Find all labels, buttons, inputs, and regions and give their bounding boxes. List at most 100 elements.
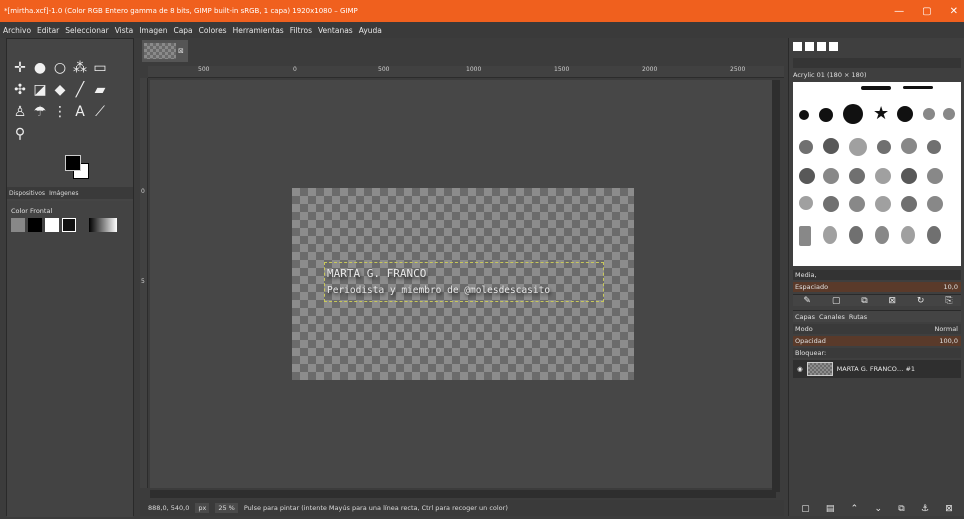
brush-preset[interactable] xyxy=(943,108,955,120)
raise-layer-icon[interactable]: ⌃ xyxy=(851,504,859,514)
brush-preset[interactable] xyxy=(901,226,915,244)
heal-icon[interactable]: ✣ xyxy=(11,81,29,99)
image-layer[interactable]: MARTA G. FRANCO Periodista y miembro de … xyxy=(292,188,634,380)
duplicate-brush-icon[interactable]: ⧉ xyxy=(861,295,867,307)
close-tab-icon[interactable]: ⊠ xyxy=(178,47,184,55)
brush-preset[interactable] xyxy=(927,140,941,154)
vertical-scrollbar[interactable] xyxy=(772,80,780,492)
transform-icon[interactable]: ◪ xyxy=(31,81,49,99)
delete-brush-icon[interactable]: ⊠ xyxy=(889,295,897,307)
brush-preset[interactable] xyxy=(877,140,891,154)
brush-preset[interactable] xyxy=(901,196,917,212)
tab-dispositivos[interactable]: Dispositivos xyxy=(9,190,45,197)
tab-capas[interactable]: Capas xyxy=(795,313,815,321)
edit-brush-icon[interactable]: ✎ xyxy=(803,295,811,307)
brush-preset[interactable] xyxy=(823,168,839,184)
brush-preset[interactable] xyxy=(927,168,943,184)
brush-preset[interactable] xyxy=(901,138,917,154)
brush-preset[interactable] xyxy=(903,86,933,89)
brush-preset[interactable] xyxy=(875,196,891,212)
new-group-icon[interactable]: ▤ xyxy=(826,504,835,514)
fuzzy-select-icon[interactable]: ⁂ xyxy=(71,59,89,77)
eye-icon[interactable]: ◉ xyxy=(797,365,803,373)
open-brush-icon[interactable]: ⎘ xyxy=(945,295,952,307)
close-button[interactable]: ✕ xyxy=(950,6,958,17)
layer-mode-field[interactable]: Modo Normal xyxy=(793,324,961,334)
menu-vista[interactable]: Vista xyxy=(112,26,137,35)
clone-icon[interactable]: ♙ xyxy=(11,103,29,121)
text-icon[interactable]: A xyxy=(71,103,89,121)
brush-preset[interactable] xyxy=(897,106,913,122)
canvas-area[interactable]: MARTA G. FRANCO Periodista y miembro de … xyxy=(150,80,776,488)
brush-preset[interactable] xyxy=(849,226,863,244)
zoom-select[interactable]: 25 % xyxy=(215,503,238,513)
brush-preset[interactable]: ★ xyxy=(873,105,889,123)
brush-mode-field[interactable]: Media, xyxy=(793,270,961,280)
menu-filtros[interactable]: Filtros xyxy=(287,26,315,35)
brush-preset[interactable] xyxy=(799,168,815,184)
menu-archivo[interactable]: Archivo xyxy=(0,26,34,35)
menu-seleccionar[interactable]: Seleccionar xyxy=(62,26,111,35)
unit-select[interactable]: px xyxy=(195,503,210,513)
brush-preset[interactable] xyxy=(823,138,839,154)
documents-tab-icon[interactable] xyxy=(829,42,838,51)
move-icon[interactable]: ✛ xyxy=(11,59,29,77)
swatch-black-2[interactable] xyxy=(62,218,76,232)
menu-ayuda[interactable]: Ayuda xyxy=(356,26,385,35)
menu-colores[interactable]: Colores xyxy=(196,26,230,35)
anchor-icon[interactable]: ⚓ xyxy=(921,504,929,514)
lower-layer-icon[interactable]: ⌄ xyxy=(874,504,882,514)
brush-preset[interactable] xyxy=(799,226,811,246)
text-layer-box[interactable]: MARTA G. FRANCO Periodista y miembro de … xyxy=(324,262,604,302)
menu-ventanas[interactable]: Ventanas xyxy=(315,26,356,35)
brush-preset[interactable] xyxy=(875,168,891,184)
menu-editar[interactable]: Editar xyxy=(34,26,62,35)
delete-layer-icon[interactable]: ⊠ xyxy=(945,504,953,514)
fonts-tab-icon[interactable] xyxy=(817,42,826,51)
brush-preset[interactable] xyxy=(861,86,891,90)
new-brush-icon[interactable]: ▢ xyxy=(832,295,841,307)
brush-preset[interactable] xyxy=(799,196,813,210)
brush-preset[interactable] xyxy=(849,138,867,156)
horizontal-scrollbar[interactable] xyxy=(150,490,776,498)
bucket-icon[interactable]: ◆ xyxy=(51,81,69,99)
maximize-button[interactable]: ▢ xyxy=(922,6,931,17)
swatch-black[interactable] xyxy=(28,218,42,232)
zoom-icon[interactable]: ⚲ xyxy=(11,125,29,143)
brush-preset[interactable] xyxy=(843,104,863,124)
lasso-icon[interactable]: ○ xyxy=(51,59,69,77)
menu-capa[interactable]: Capa xyxy=(170,26,195,35)
minimize-button[interactable]: — xyxy=(894,6,904,17)
brush-grid[interactable]: ★ xyxy=(793,82,961,266)
spacing-slider[interactable]: Espaciado 10,0 xyxy=(793,282,961,292)
brush-filter-input[interactable] xyxy=(793,58,961,68)
eraser-icon[interactable]: ▰ xyxy=(91,81,109,99)
measure-icon[interactable]: ⋮ xyxy=(51,103,69,121)
brush-preset[interactable] xyxy=(823,226,837,244)
new-layer-icon[interactable]: ▢ xyxy=(801,504,810,514)
tab-imagenes[interactable]: Imágenes xyxy=(49,190,78,197)
brush-preset[interactable] xyxy=(799,140,813,154)
brush-preset[interactable] xyxy=(875,226,889,244)
tab-canales[interactable]: Canales xyxy=(819,313,845,321)
menu-herramientas[interactable]: Herramientas xyxy=(230,26,287,35)
brush-preset[interactable] xyxy=(849,168,865,184)
refresh-brush-icon[interactable]: ↻ xyxy=(917,295,925,307)
brush-icon[interactable]: ╱ xyxy=(71,81,89,99)
patterns-tab-icon[interactable] xyxy=(805,42,814,51)
brush-preset[interactable] xyxy=(927,196,943,212)
duplicate-layer-icon[interactable]: ⧉ xyxy=(898,504,904,514)
brush-preset[interactable] xyxy=(927,226,941,244)
tab-rutas[interactable]: Rutas xyxy=(849,313,867,321)
smudge-icon[interactable]: ☂ xyxy=(31,103,49,121)
crop-icon[interactable]: ▭ xyxy=(91,59,109,77)
opacity-slider[interactable]: Opacidad 100,0 xyxy=(793,336,961,346)
swatch-gray[interactable] xyxy=(11,218,25,232)
path-icon[interactable]: ⟋ xyxy=(91,103,109,121)
brush-preset[interactable] xyxy=(923,108,935,120)
brush-preset[interactable] xyxy=(901,168,917,184)
menu-imagen[interactable]: Imagen xyxy=(136,26,170,35)
brush-preset[interactable] xyxy=(823,196,839,212)
brush-preset[interactable] xyxy=(799,110,809,120)
gradient-swatch[interactable] xyxy=(89,218,117,232)
